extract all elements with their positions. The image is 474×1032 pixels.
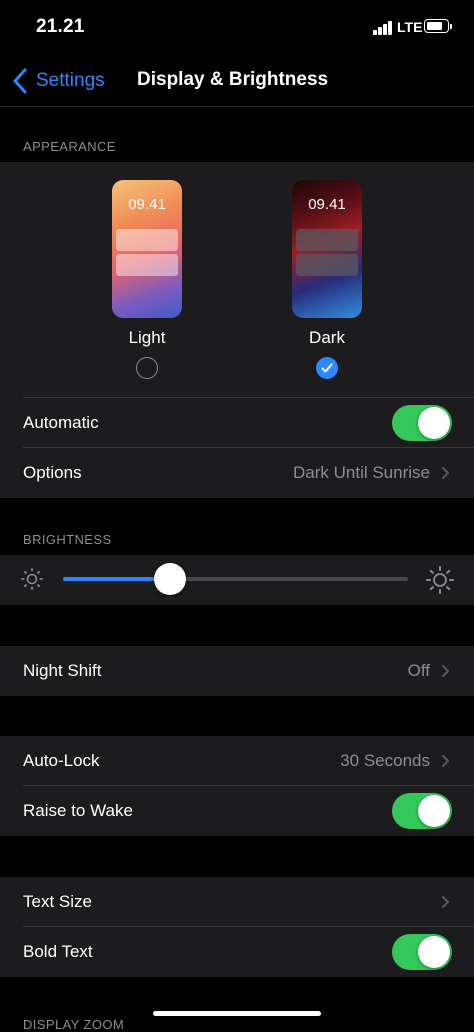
brightness-group <box>0 555 474 605</box>
page-title: Display & Brightness <box>137 69 329 90</box>
auto-lock-value: 30 Seconds <box>340 751 430 770</box>
back-button[interactable]: Settings <box>12 66 105 96</box>
appearance-group: 09.41 Light 09.41 Dark Automatic Options… <box>0 162 474 498</box>
cellular-signal-icon <box>373 21 393 35</box>
network-type: LTE <box>397 19 423 35</box>
automatic-row: Automatic <box>0 398 474 448</box>
status-time: 21.21 <box>36 16 85 37</box>
text-group: Text Size Bold Text <box>0 877 474 977</box>
brightness-slider[interactable] <box>63 563 408 595</box>
brightness-low-icon <box>21 568 43 590</box>
automatic-label: Automatic <box>23 413 99 432</box>
brightness-header: BRIGHTNESS <box>23 532 112 547</box>
options-row[interactable]: Options Dark Until Sunrise <box>0 448 474 498</box>
raise-to-wake-row: Raise to Wake <box>0 786 474 836</box>
options-value: Dark Until Sunrise <box>293 463 430 482</box>
lock-group: Auto-Lock 30 Seconds Raise to Wake <box>0 736 474 836</box>
auto-lock-row[interactable]: Auto-Lock 30 Seconds <box>0 736 474 786</box>
dark-preview-widget <box>296 254 358 276</box>
navigation-bar: Settings Display & Brightness <box>0 56 474 107</box>
options-label: Options <box>23 463 82 482</box>
chevron-right-icon <box>442 665 449 677</box>
night-shift-value: Off <box>407 661 430 680</box>
auto-lock-label: Auto-Lock <box>23 751 100 770</box>
bold-text-label: Bold Text <box>23 942 93 961</box>
checkmark-icon <box>321 363 333 373</box>
night-shift-label: Night Shift <box>23 661 102 680</box>
brightness-slider-thumb[interactable] <box>153 563 186 595</box>
battery-icon <box>424 19 452 33</box>
dark-mode-preview[interactable]: 09.41 <box>292 180 362 318</box>
bold-text-toggle[interactable] <box>392 934 452 970</box>
chevron-left-icon <box>13 68 27 94</box>
automatic-toggle[interactable] <box>392 405 452 441</box>
light-mode-label: Light <box>128 328 166 347</box>
chevron-right-icon <box>442 467 449 479</box>
dark-mode-radio[interactable] <box>316 357 338 379</box>
status-bar: 21.21 LTE <box>0 0 474 56</box>
dark-mode-label: Dark <box>309 328 345 347</box>
light-mode-radio[interactable] <box>136 357 158 379</box>
night-shift-group: Night Shift Off <box>0 646 474 696</box>
light-preview-widget <box>116 254 178 276</box>
raise-to-wake-label: Raise to Wake <box>23 801 133 820</box>
text-size-label: Text Size <box>23 892 92 911</box>
night-shift-row[interactable]: Night Shift Off <box>0 646 474 696</box>
bold-text-row: Bold Text <box>0 927 474 977</box>
light-preview-time: 09.41 <box>128 196 166 213</box>
chevron-right-icon <box>442 896 449 908</box>
raise-to-wake-toggle[interactable] <box>392 793 452 829</box>
light-preview-widget <box>116 229 178 251</box>
home-indicator[interactable] <box>153 1011 321 1016</box>
text-size-row[interactable]: Text Size <box>0 877 474 927</box>
chevron-right-icon <box>442 755 449 767</box>
dark-preview-widget <box>296 229 358 251</box>
appearance-header: APPEARANCE <box>23 139 116 154</box>
brightness-high-icon <box>426 566 454 594</box>
light-mode-preview[interactable]: 09.41 <box>112 180 182 318</box>
dark-preview-time: 09.41 <box>308 196 346 213</box>
back-button-label: Settings <box>36 70 105 91</box>
